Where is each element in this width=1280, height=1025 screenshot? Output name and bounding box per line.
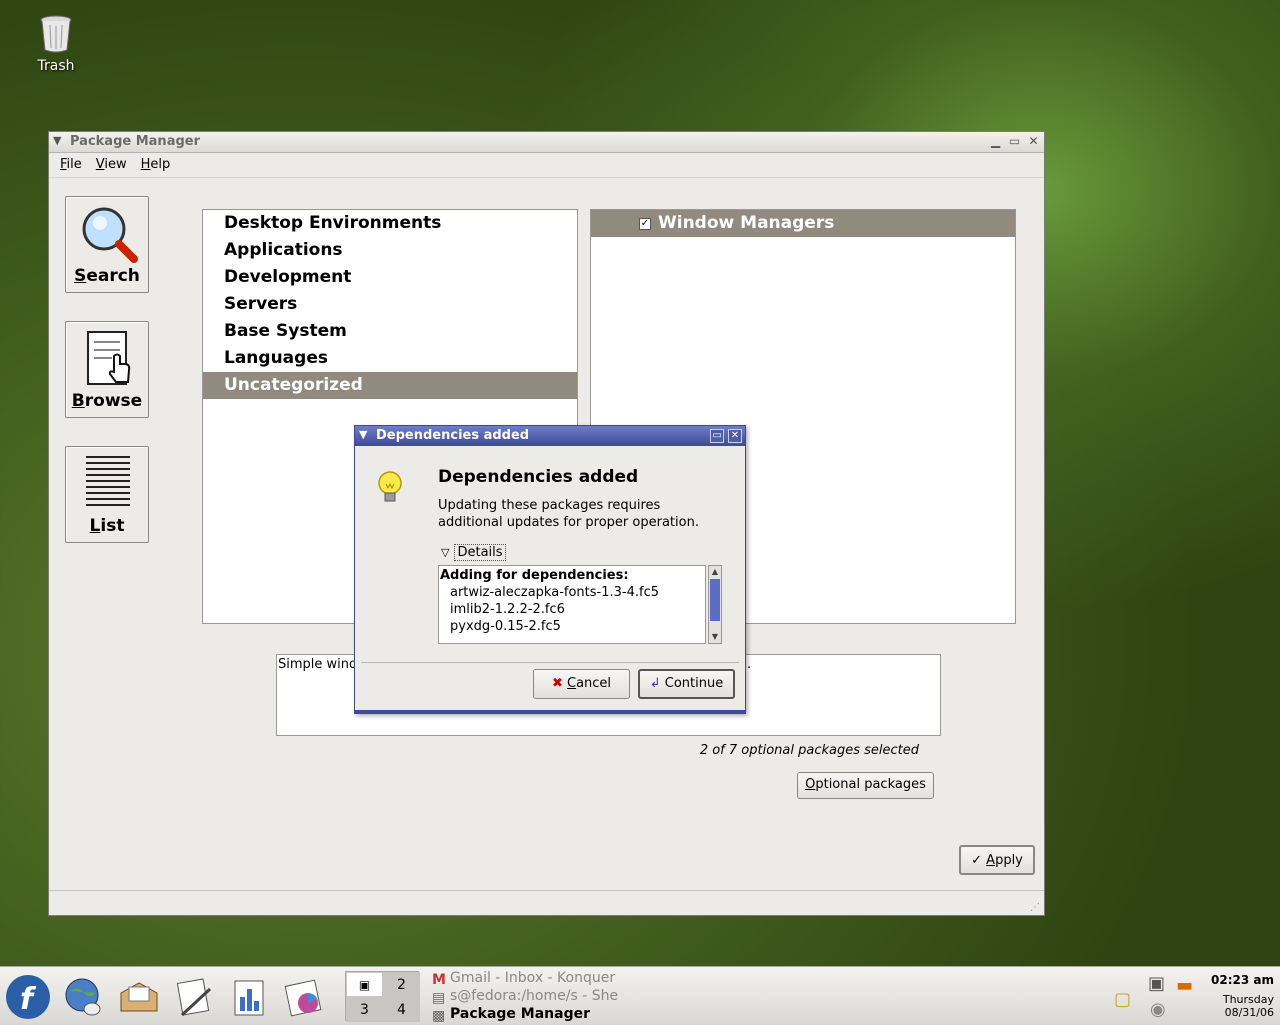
details-label: Details [454, 544, 506, 561]
dialog-title: Dependencies added [376, 428, 530, 443]
maximize-icon[interactable]: ▭ [1007, 134, 1022, 149]
fedora-menu-icon[interactable]: f [4, 973, 52, 1021]
apply-button[interactable]: ✓ Apply [959, 845, 1035, 875]
dialog-maximize-icon[interactable]: ▭ [710, 429, 724, 443]
dialog-heading: Dependencies added [438, 467, 639, 487]
workspace-3[interactable]: 3 [346, 997, 383, 1022]
close-icon[interactable]: ✕ [1026, 134, 1041, 149]
continue-arrow-icon: ↲ [649, 676, 661, 691]
browse-button[interactable]: Browse [65, 321, 149, 418]
clock-time: 02:23 am [1211, 973, 1274, 987]
statusbar: ⋰ [49, 890, 1044, 915]
dialog-titlebar[interactable]: ▼ Dependencies added ▭ ✕ [355, 426, 745, 446]
workspace-pager: ▣ 2 3 4 [345, 971, 420, 1022]
cd-icon[interactable]: ◉ [1150, 999, 1166, 1020]
resize-grip-icon[interactable]: ⋰ [1030, 902, 1040, 913]
package-icon: ▩ [432, 1008, 446, 1023]
klipper-icon[interactable]: ▢ [1114, 989, 1131, 1010]
description-tail: . [747, 657, 752, 672]
magnifier-icon [76, 203, 140, 267]
list-button[interactable]: List [65, 446, 149, 543]
category-item[interactable]: Desktop Environments [203, 210, 577, 237]
menu-help[interactable]: Help [134, 153, 178, 177]
dependency-list: Adding for dependencies: artwiz-aleczapk… [438, 565, 706, 644]
clock-day: Thursday [1222, 993, 1274, 1006]
cancel-x-icon: ✖ [551, 676, 563, 691]
email-icon[interactable] [117, 975, 161, 1019]
network-lock-icon[interactable]: ▣ [1148, 973, 1165, 994]
presentation-icon[interactable] [282, 975, 326, 1019]
continue-button[interactable]: ↲ Continue [638, 669, 735, 699]
search-button[interactable]: Search [65, 196, 149, 293]
category-item[interactable]: Applications [203, 237, 577, 264]
trash-icon [39, 14, 73, 54]
task-item[interactable]: M Gmail - Inbox - Konquer [432, 969, 632, 987]
group-row-selected[interactable]: ✓ Window Managers [591, 210, 1015, 237]
trash-label: Trash [37, 58, 75, 74]
taskbar: f ▣ 2 3 4 M Gmail - Inbox - Konquer ▤ s@… [0, 966, 1280, 1025]
scroll-up-icon[interactable]: ▲ [709, 566, 721, 578]
system-tray: ▢ ▣ ▬ ◉ [1110, 971, 1210, 1023]
category-item[interactable]: Development [203, 264, 577, 291]
task-item[interactable]: ▤ s@fedora:/home/s - She [432, 987, 632, 1005]
menu-view[interactable]: View [89, 153, 134, 177]
minimize-icon[interactable]: ▁ [988, 134, 1003, 149]
web-browser-icon[interactable] [62, 975, 106, 1019]
spreadsheet-icon[interactable] [227, 975, 271, 1019]
details-expander[interactable]: ▽ Details [441, 544, 506, 561]
optional-packages-button[interactable]: Optional packages [797, 772, 934, 799]
optional-status-text: 2 of 7 optional packages selected [699, 743, 919, 758]
list-item: pyxdg-0.15-2.fc5 [450, 619, 561, 634]
cancel-button[interactable]: ✖ Cancel [533, 669, 630, 699]
lightbulb-icon [375, 470, 405, 510]
window-title: Package Manager [70, 134, 200, 149]
dialog-message: Updating these packages requires additio… [438, 498, 699, 530]
category-item[interactable]: Languages [203, 345, 577, 372]
description-text: Simple wind [278, 657, 358, 672]
list-item: artwiz-aleczapka-fonts-1.3-4.fc5 [450, 585, 659, 600]
list-icon [76, 453, 140, 517]
scroll-down-icon[interactable]: ▼ [709, 631, 721, 643]
scrollbar-thumb[interactable] [710, 579, 720, 621]
window-titlebar[interactable]: ▼ Package Manager ▁ ▭ ✕ [49, 132, 1044, 153]
dependency-header: Adding for dependencies: [440, 568, 629, 583]
window-thumbnail-icon: ▣ [358, 978, 371, 992]
dialog-separator [361, 662, 739, 663]
writer-icon[interactable] [172, 975, 216, 1019]
browse-document-icon [76, 328, 140, 392]
category-item[interactable]: Servers [203, 291, 577, 318]
trash-desktop-icon[interactable]: Trash [24, 14, 88, 74]
menu-file[interactable]: File [53, 153, 89, 177]
menubar: File View Help [49, 153, 1044, 178]
workspace-2[interactable]: 2 [383, 972, 420, 997]
workspace-1[interactable]: ▣ [346, 972, 383, 997]
list-item: imlib2-1.2.2-2.fc6 [450, 602, 565, 617]
category-item[interactable]: Base System [203, 318, 577, 345]
clock[interactable]: 02:23 am Thursday 08/31/06 [1211, 973, 1274, 1019]
triangle-down-icon: ▽ [441, 546, 450, 559]
dialog-menu-icon[interactable]: ▼ [359, 429, 371, 441]
group-label: Window Managers [658, 213, 835, 233]
clock-date: 08/31/06 [1224, 1006, 1274, 1019]
dependencies-dialog: ▼ Dependencies added ▭ ✕ Dependencies ad… [354, 425, 746, 714]
task-list: M Gmail - Inbox - Konquer ▤ s@fedora:/ho… [432, 969, 632, 1023]
terminal-icon: ▤ [432, 990, 446, 1005]
wallet-icon[interactable]: ▬ [1176, 975, 1193, 996]
group-checkbox[interactable]: ✓ [639, 218, 651, 230]
checkmark-icon: ✓ [971, 853, 983, 868]
dependency-scrollbar[interactable]: ▲ ▼ [708, 565, 722, 644]
window-menu-icon[interactable]: ▼ [53, 135, 65, 147]
dialog-bottom-border [355, 710, 745, 713]
dialog-close-icon[interactable]: ✕ [728, 429, 742, 443]
gmail-icon: M [432, 972, 446, 987]
workspace-4[interactable]: 4 [383, 997, 420, 1022]
task-item-active[interactable]: ▩ Package Manager [432, 1005, 632, 1023]
category-item-selected[interactable]: Uncategorized [203, 372, 577, 399]
